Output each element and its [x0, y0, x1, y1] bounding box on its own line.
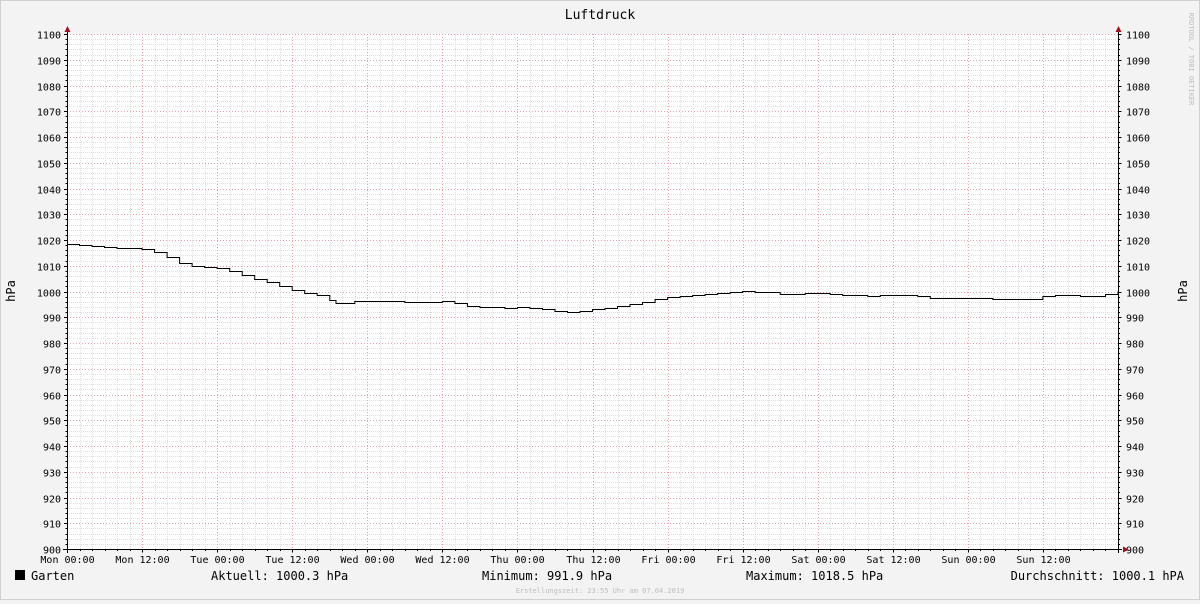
x-tick-label: Sun 12:00 — [1016, 555, 1070, 566]
x-tick-label: Sun 00:00 — [941, 555, 995, 566]
y-axis-label-left: hPa — [4, 280, 18, 302]
y-tick-labels-left: 9009109209309409509609709809901000101010… — [37, 31, 61, 557]
y-tick-label: 980 — [1126, 340, 1144, 351]
y-tick-label: 1040 — [1126, 186, 1150, 197]
y-tick-label: 960 — [43, 392, 61, 403]
x-tick-label: Tue 12:00 — [265, 555, 319, 566]
y-tick-label: 930 — [1126, 469, 1144, 480]
x-tick-label: Thu 00:00 — [490, 555, 544, 566]
y-tick-label: 1010 — [1126, 263, 1150, 274]
y-axis-label-right: hPa — [1176, 280, 1190, 302]
y-tick-label: 1100 — [37, 31, 61, 42]
y-tick-label: 1020 — [37, 237, 61, 248]
y-tick-label: 990 — [1126, 314, 1144, 325]
y-tick-label: 1030 — [1126, 211, 1150, 222]
y-tick-labels-right: 900 910 920 930 940 950 960 970 980 990 1000 1010 10… — [1126, 31, 1150, 557]
x-tick-label: Mon 00:00 — [40, 555, 94, 566]
y-tick-label: 940 — [43, 443, 61, 454]
y-tick-label: 960 — [1126, 392, 1144, 403]
y-tick-label: 970 — [43, 366, 61, 377]
y-tick-label: 910 — [1126, 520, 1144, 531]
x-tick-label: Thu 12:00 — [566, 555, 620, 566]
pressure-chart: 900 910 920 930 940 950 960 970 980 990 1000 1010 10… — [4, 8, 1195, 595]
y-tick-label: 1010 — [37, 263, 61, 274]
y-tick-label: 1000 — [37, 289, 61, 300]
legend-durchschnitt: Durchschnitt: 1000.1 hPA — [1011, 569, 1185, 583]
y-tick-label: 1060 — [37, 134, 61, 145]
y-tick-label: 1050 — [37, 160, 61, 171]
x-tick-label: Wed 12:00 — [415, 555, 469, 566]
y-tick-label: 930 — [43, 469, 61, 480]
y-tick-label: 990 — [43, 314, 61, 325]
x-tick-label: Fri 12:00 — [716, 555, 770, 566]
y-tick-label: 1080 — [1126, 83, 1150, 94]
y-tick-label: 1070 — [37, 108, 61, 119]
y-tick-label: 970 — [1126, 366, 1144, 377]
y-tick-label: 950 — [1126, 417, 1144, 428]
y-axis-arrow-left — [64, 26, 71, 32]
y-tick-label: 1090 — [1126, 57, 1150, 68]
y-tick-label: 920 — [1126, 495, 1144, 506]
y-tick-label: 1040 — [37, 186, 61, 197]
legend-series-name: Garten — [31, 569, 74, 583]
chart-window: 900 910 920 930 940 950 960 970 980 990 1000 1010 10… — [0, 0, 1200, 600]
x-tick-label: Fri 00:00 — [641, 555, 695, 566]
x-tick-label: Mon 12:00 — [115, 555, 169, 566]
y-tick-label: 1090 — [37, 57, 61, 68]
y-tick-label: 1020 — [1126, 237, 1150, 248]
y-tick-label: 900 — [1126, 546, 1144, 557]
y-axis-arrow-right — [1115, 26, 1122, 32]
y-tick-label: 1100 — [1126, 31, 1150, 42]
x-tick-label: Wed 00:00 — [340, 555, 394, 566]
x-tick-labels: Mon 00:00 Mon 12:00 Tue 00:00 Tue 12:00 Wed … — [40, 555, 1070, 566]
y-tick-label: 1050 — [1126, 160, 1150, 171]
y-tick-label: 1080 — [37, 83, 61, 94]
legend-swatch — [15, 570, 25, 580]
legend-maximum: Maximum: 1018.5 hPa — [746, 569, 883, 583]
x-tick-label: Tue 00:00 — [190, 555, 244, 566]
y-tick-label: 980 — [43, 340, 61, 351]
y-tick-label: 910 — [43, 520, 61, 531]
legend-minimum: Minimum: 991.9 hPa — [482, 569, 612, 583]
y-tick-label: 1060 — [1126, 134, 1150, 145]
y-tick-label: 950 — [43, 417, 61, 428]
y-tick-label: 1030 — [37, 211, 61, 222]
watermark-text: RRDTOOL / TOBI OETIKER — [1187, 13, 1195, 107]
x-tick-label: Sat 00:00 — [791, 555, 845, 566]
y-tick-label: 1070 — [1126, 108, 1150, 119]
chart-title: Luftdruck — [565, 8, 636, 23]
y-tick-label: 940 — [1126, 443, 1144, 454]
creation-time: Erstellungszeit: 23:55 Uhr am 07.04.2019 — [516, 587, 685, 595]
y-tick-label: 1000 — [1126, 289, 1150, 300]
legend-aktuell: Aktuell: 1000.3 hPa — [211, 569, 348, 583]
y-tick-label: 920 — [43, 495, 61, 506]
x-tick-label: Sat 12:00 — [866, 555, 920, 566]
